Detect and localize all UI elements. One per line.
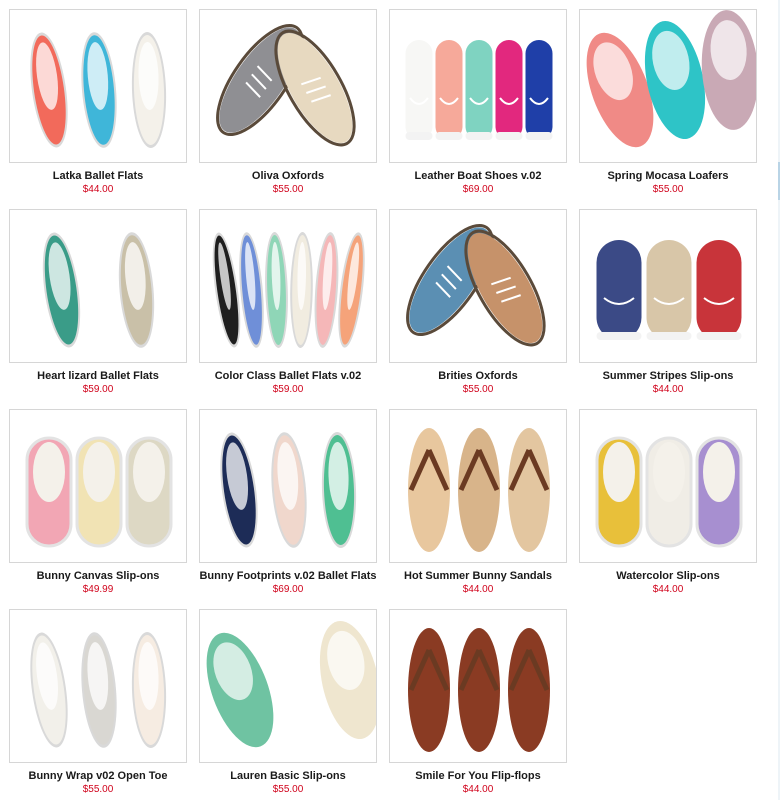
shoe-illustration: [206, 621, 376, 748]
product-card: Lauren Basic Slip-ons $55.00: [199, 609, 377, 809]
product-price: $55.00: [82, 784, 114, 795]
product-image[interactable]: [389, 609, 567, 763]
product-image[interactable]: [579, 209, 757, 363]
product-card: Watercolor Slip-ons $44.00: [579, 409, 757, 609]
product-card: Hot Summer Bunny Sandals $44.00: [389, 409, 567, 609]
product-card: Bunny Canvas Slip-ons $49.99: [9, 409, 187, 609]
product-name-link[interactable]: Bunny Wrap v02 Open Toe: [9, 769, 187, 783]
product-name-link[interactable]: Hot Summer Bunny Sandals: [389, 569, 567, 583]
product-name-link[interactable]: Color Class Ballet Flats v.02: [199, 369, 377, 383]
product-image[interactable]: [9, 209, 187, 363]
shoe-illustration: [595, 436, 743, 548]
product-grid: Latka Ballet Flats $44.00 Oliva Oxfords $55…: [9, 9, 759, 809]
product-card: Bunny Wrap v02 Open Toe $55.00: [9, 609, 187, 809]
product-image[interactable]: [389, 9, 567, 163]
product-image[interactable]: [199, 9, 377, 163]
shoe-illustration: [30, 632, 167, 748]
product-price: $69.00: [272, 584, 304, 595]
product-name-link[interactable]: Summer Stripes Slip-ons: [579, 369, 757, 383]
product-image[interactable]: [389, 409, 567, 563]
product-image[interactable]: [199, 409, 377, 563]
product-name-link[interactable]: Lauren Basic Slip-ons: [199, 769, 377, 783]
shoe-illustration: [212, 232, 365, 348]
shoe-illustration: [596, 240, 742, 340]
product-image[interactable]: [9, 9, 187, 163]
product-name-link[interactable]: Brities Oxfords: [389, 369, 567, 383]
product-image[interactable]: [199, 609, 377, 763]
product-card: Brities Oxfords $55.00: [389, 209, 567, 409]
shoe-illustration: [25, 436, 173, 548]
shoe-illustration: [408, 428, 550, 552]
shoe-illustration: [408, 628, 550, 752]
shoe-illustration: [586, 10, 756, 148]
product-price: $55.00: [652, 184, 684, 195]
product-card: Summer Stripes Slip-ons $44.00: [579, 209, 757, 409]
product-name-link[interactable]: Bunny Footprints v.02 Ballet Flats: [199, 569, 377, 583]
shoe-illustration: [405, 40, 553, 140]
product-image[interactable]: [389, 209, 567, 363]
product-price: $44.00: [462, 584, 494, 595]
product-price: $55.00: [272, 184, 304, 195]
product-card: Bunny Footprints v.02 Ballet Flats $69.00: [199, 409, 377, 609]
product-name-link[interactable]: Smile For You Flip-flops: [389, 769, 567, 783]
product-name-link[interactable]: Heart lizard Ballet Flats: [9, 369, 187, 383]
product-card: Oliva Oxfords $55.00: [199, 9, 377, 209]
product-price: $44.00: [82, 184, 114, 195]
product-name-link[interactable]: Watercolor Slip-ons: [579, 569, 757, 583]
product-name-link[interactable]: Latka Ballet Flats: [9, 169, 187, 183]
product-card: Latka Ballet Flats $44.00: [9, 9, 187, 209]
product-price: $59.00: [82, 384, 114, 395]
product-image[interactable]: [199, 209, 377, 363]
product-card: Smile For You Flip-flops $44.00: [389, 609, 567, 809]
product-name-link[interactable]: Spring Mocasa Loafers: [579, 169, 757, 183]
shoe-illustration: [406, 223, 546, 347]
product-price: $55.00: [462, 384, 494, 395]
product-price: $44.00: [652, 384, 684, 395]
product-name-link[interactable]: Leather Boat Shoes v.02: [389, 169, 567, 183]
shoe-illustration: [42, 232, 155, 348]
product-name-link[interactable]: Bunny Canvas Slip-ons: [9, 569, 187, 583]
product-price: $49.99: [82, 584, 114, 595]
product-price: $44.00: [652, 584, 684, 595]
product-image[interactable]: [9, 609, 187, 763]
product-price: $55.00: [272, 784, 304, 795]
product-image[interactable]: [579, 9, 757, 163]
shoe-illustration: [30, 32, 167, 148]
product-image[interactable]: [579, 409, 757, 563]
product-card: Leather Boat Shoes v.02 $69.00: [389, 9, 567, 209]
product-name-link[interactable]: Oliva Oxfords: [199, 169, 377, 183]
product-card: Spring Mocasa Loafers $55.00: [579, 9, 757, 209]
product-image[interactable]: [9, 409, 187, 563]
product-price: $44.00: [462, 784, 494, 795]
product-price: $69.00: [462, 184, 494, 195]
shoe-illustration: [220, 432, 357, 548]
product-card: Color Class Ballet Flats v.02 $59.00: [199, 209, 377, 409]
product-card: Heart lizard Ballet Flats $59.00: [9, 209, 187, 409]
product-price: $59.00: [272, 384, 304, 395]
shoe-illustration: [216, 23, 356, 147]
